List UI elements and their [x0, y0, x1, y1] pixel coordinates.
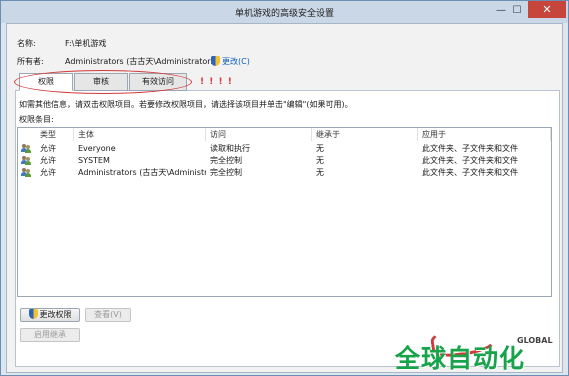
cell-principal: Administrators (古古天\Administr...: [78, 168, 206, 177]
dialog-body: 名称: F:\单机游戏 所有者: Administrators (古古天\Adm…: [6, 23, 563, 373]
title-bar: 单机游戏的高级安全设置 — ☐ ✕: [1, 1, 568, 23]
annotation-marks: ! ! ! !: [200, 77, 233, 87]
owner-value: Administrators (古古天\Administrators): [65, 57, 218, 66]
site-watermark: 全球自动化 GLOBAL: [395, 322, 555, 373]
col-access[interactable]: 访问: [206, 128, 312, 141]
table-row[interactable]: 允许 Administrators (古古天\Administr... 完全控制…: [18, 167, 551, 178]
table-row[interactable]: 允许 Everyone 读取和执行 无 此文件夹、子文件夹和文件: [18, 143, 551, 154]
cell-inherited: 无: [316, 156, 324, 165]
col-applies[interactable]: 应用于: [418, 128, 551, 141]
annotation-oval: [14, 70, 192, 94]
name-label: 名称:: [17, 39, 36, 48]
security-dialog: 单机游戏的高级安全设置 — ☐ ✕ 名称: F:\单机游戏 所有者: Admin…: [0, 0, 569, 376]
cell-access: 读取和执行: [210, 144, 250, 153]
user-group-icon: [21, 156, 31, 165]
cell-access: 完全控制: [210, 156, 242, 165]
table-row[interactable]: 允许 SYSTEM 完全控制 无 此文件夹、子文件夹和文件: [18, 155, 551, 166]
user-group-icon: [21, 144, 31, 153]
watermark-subtext: GLOBAL: [517, 336, 553, 345]
close-button[interactable]: ✕: [528, 1, 566, 18]
cell-inherited: 无: [316, 144, 324, 153]
cell-inherited: 无: [316, 168, 324, 177]
col-inherited[interactable]: 继承于: [312, 128, 418, 141]
change-owner-link[interactable]: 更改(C): [211, 56, 250, 67]
owner-label: 所有者:: [17, 57, 44, 66]
maximize-button[interactable]: ☐: [510, 4, 524, 17]
user-group-icon: [21, 168, 31, 177]
minimize-button[interactable]: —: [494, 4, 508, 17]
enable-inheritance-button[interactable]: 启用继承: [20, 328, 80, 342]
cell-principal: SYSTEM: [78, 156, 110, 165]
permission-entries-table[interactable]: 类型 主体 访问 继承于 应用于 允许 Everyone 读取和执行 无 此文件…: [17, 127, 552, 297]
entries-label: 权限条目:: [19, 115, 54, 124]
watermark-text: 全球自动化: [395, 344, 526, 373]
window-title: 单机游戏的高级安全设置: [234, 9, 334, 19]
instruction-text: 如需其他信息，请双击权限项目。若要修改权限项目，请选择该项目并单击"编辑"(如果…: [19, 100, 353, 109]
cell-type: 允许: [40, 168, 56, 177]
change-permissions-button[interactable]: 更改权限: [20, 308, 80, 322]
name-value: F:\单机游戏: [65, 39, 107, 48]
view-button[interactable]: 查看(V): [85, 308, 131, 322]
uac-shield-icon: [211, 56, 220, 66]
cell-applies: 此文件夹、子文件夹和文件: [422, 168, 518, 177]
change-owner-label: 更改(C): [222, 57, 250, 66]
cell-principal: Everyone: [78, 144, 116, 153]
cell-type: 允许: [40, 144, 56, 153]
cell-type: 允许: [40, 156, 56, 165]
uac-shield-icon: [28, 309, 38, 319]
col-type[interactable]: 类型: [36, 128, 74, 141]
col-principal[interactable]: 主体: [74, 128, 206, 141]
cell-access: 完全控制: [210, 168, 242, 177]
change-permissions-label: 更改权限: [39, 310, 72, 319]
cell-applies: 此文件夹、子文件夹和文件: [422, 144, 518, 153]
cell-applies: 此文件夹、子文件夹和文件: [422, 156, 518, 165]
